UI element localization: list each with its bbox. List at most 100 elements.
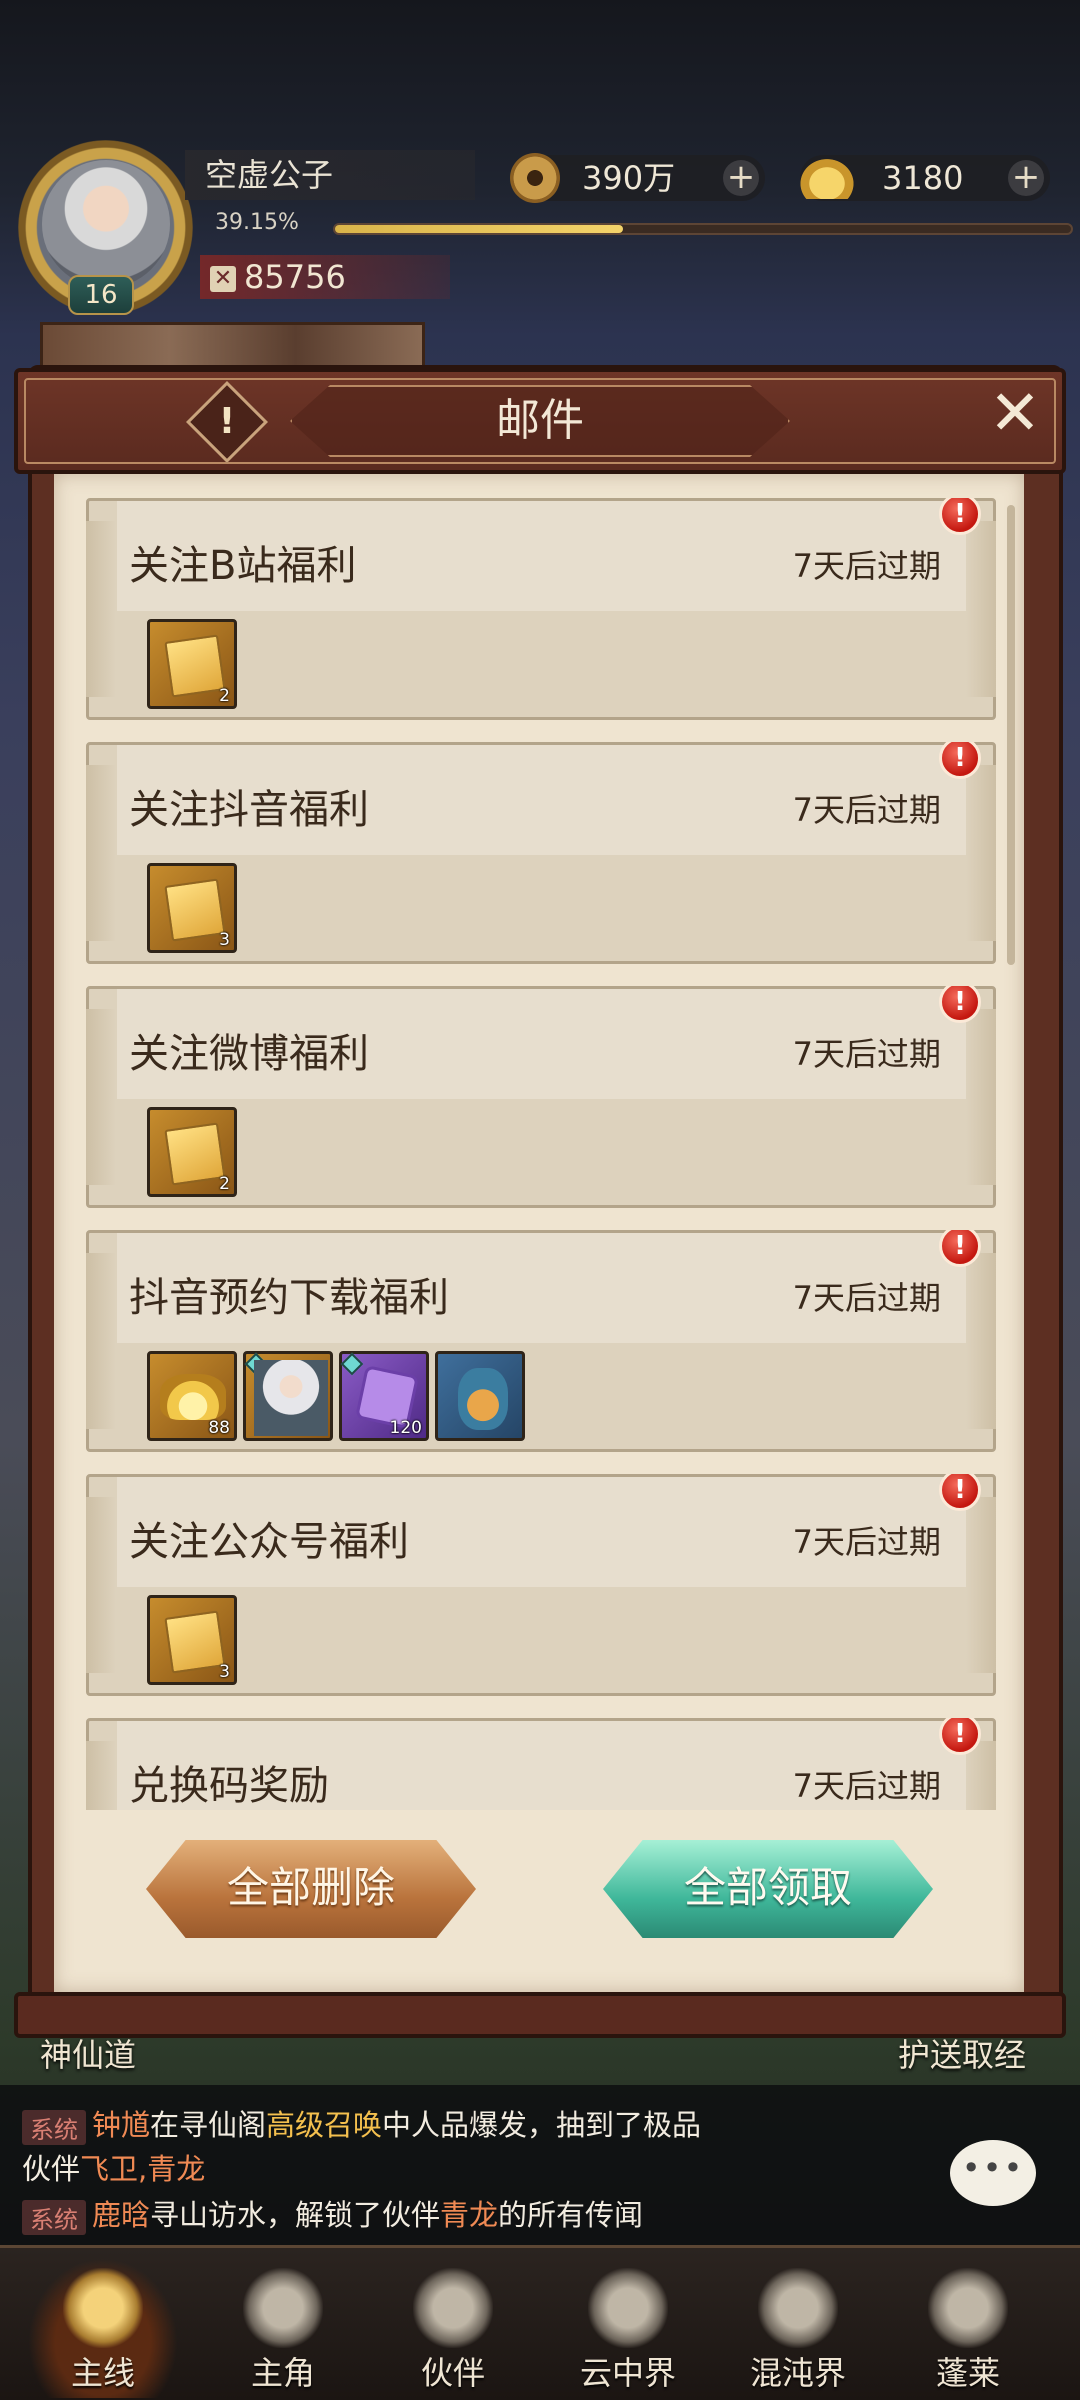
mail-list[interactable]: 关注B站福利 7天后过期! 2 关注抖音福利 7天后过期! 3 关注微博福利 7天后过期! 2 抖… xyxy=(86,498,996,1810)
exp-bar xyxy=(333,223,1073,235)
nav-label: 混沌界 xyxy=(749,2354,846,2392)
coins-value: 390万 xyxy=(582,159,676,197)
gold-ingot-icon xyxy=(160,1374,226,1420)
chat-message: 系统 钟馗在寻仙阁高级召唤中人品爆发，抽到了极品 xyxy=(22,2102,701,2145)
scrollbar[interactable] xyxy=(1007,505,1015,965)
delete-all-button[interactable]: 全部删除 xyxy=(146,1840,476,1938)
hero-head-icon xyxy=(243,2268,323,2348)
nav-label: 主角 xyxy=(250,2354,315,2392)
mail-item[interactable]: 关注公众号福利 7天后过期! 3 xyxy=(86,1474,996,1696)
chat-message: 系统 鹿晗寻山访水，解锁了伙伴青龙的所有传闻 xyxy=(22,2192,643,2235)
alert-icon: ! xyxy=(939,498,981,535)
reward-item[interactable]: 2 xyxy=(147,619,237,709)
exp-bar-fill xyxy=(335,225,624,233)
gold-counter: 3180 + xyxy=(796,155,1050,201)
alert-icon: ! xyxy=(939,1718,981,1755)
system-tag: 系统 xyxy=(22,2199,86,2235)
reward-count: 2 xyxy=(219,1174,230,1194)
nav-label: 主线 xyxy=(70,2354,135,2392)
alert-icon: ! xyxy=(939,1474,981,1511)
reward-item[interactable]: 3 xyxy=(147,1595,237,1685)
companion-icon xyxy=(413,2268,493,2348)
combat-power: ✕ 85756 xyxy=(200,255,450,299)
mail-expiry: 7天后过期 xyxy=(792,1767,941,1805)
reward-list: 2 xyxy=(147,1107,243,1197)
mail-expiry: 7天后过期 xyxy=(792,1523,941,1561)
background-label-right[interactable]: 护送取经 xyxy=(898,2030,1026,2076)
gold-ingot-icon xyxy=(796,155,858,199)
ticket-icon xyxy=(164,1122,226,1186)
reward-count: 88 xyxy=(208,1418,230,1438)
reward-list: 3 xyxy=(147,1595,243,1685)
reward-item[interactable]: 88 xyxy=(147,1351,237,1441)
mail-subject: 关注抖音福利 xyxy=(129,787,369,833)
chat-text: 的所有传闻 xyxy=(498,2198,644,2232)
reward-list: 2 xyxy=(147,619,243,709)
alert-icon: ! xyxy=(939,1230,981,1267)
info-icon[interactable]: ! xyxy=(198,393,256,451)
chat-message: 伙伴飞卫,青龙 xyxy=(22,2146,205,2188)
combat-power-value: 85756 xyxy=(244,258,346,296)
nav-item-0[interactable]: 主线 xyxy=(28,2258,178,2398)
background-label-left[interactable]: 神仙道 xyxy=(40,2030,136,2076)
mail-subject: 抖音预约下载福利 xyxy=(129,1275,449,1321)
chat-highlight: 飞卫,青龙 xyxy=(80,2152,206,2186)
crossed-swords-icon xyxy=(63,2268,143,2348)
mail-expiry: 7天后过期 xyxy=(792,1035,941,1073)
reward-item[interactable]: 3 xyxy=(147,863,237,953)
hero-portrait-icon xyxy=(254,1360,328,1436)
reward-count: 3 xyxy=(219,1662,230,1682)
reward-item[interactable] xyxy=(243,1351,333,1441)
ticket-icon xyxy=(164,634,226,698)
nav-item-1[interactable]: 主角 xyxy=(208,2258,358,2398)
coins-counter: 390万 + xyxy=(510,153,765,203)
system-tag: 系统 xyxy=(22,2109,86,2145)
mail-item[interactable]: 关注B站福利 7天后过期! 2 xyxy=(86,498,996,720)
add-gold-button[interactable]: + xyxy=(1008,160,1044,196)
mail-expiry: 7天后过期 xyxy=(792,1279,941,1317)
immortal-icon xyxy=(928,2268,1008,2348)
reward-item[interactable]: 120 xyxy=(339,1351,429,1441)
ticket-icon xyxy=(164,1610,226,1674)
nav-item-4[interactable]: 混沌界 xyxy=(723,2258,873,2398)
claim-all-button[interactable]: 全部领取 xyxy=(603,1840,933,1938)
close-icon[interactable]: ✕ xyxy=(985,382,1045,445)
add-coins-button[interactable]: + xyxy=(723,160,759,196)
reward-count: 3 xyxy=(219,930,230,950)
copper-coin-icon xyxy=(510,153,560,203)
mail-item[interactable]: 兑换码奖励 7天后过期! xyxy=(86,1718,996,1810)
chat-bubble-icon[interactable]: ••• xyxy=(950,2140,1036,2206)
pagoda-icon xyxy=(588,2268,668,2348)
mail-subject: 关注微博福利 xyxy=(129,1031,369,1077)
owl-pet-icon xyxy=(458,1368,508,1430)
nav-item-2[interactable]: 伙伴 xyxy=(378,2258,528,2398)
mail-subject: 关注B站福利 xyxy=(129,543,357,589)
top-status-bar: 16 空虚公子 39.15% ✕ 85756 390万 + 3180 + xyxy=(0,0,1080,372)
nav-label: 蓬莱 xyxy=(935,2354,1000,2392)
mail-item[interactable]: 关注微博福利 7天后过期! 2 xyxy=(86,986,996,1208)
chat-text: 在寻仙阁 xyxy=(150,2108,267,2142)
mail-expiry: 7天后过期 xyxy=(792,547,941,585)
nav-item-3[interactable]: 云中界 xyxy=(553,2258,703,2398)
chat-highlight: 高级召唤 xyxy=(266,2108,383,2142)
mail-item[interactable]: 关注抖音福利 7天后过期! 3 xyxy=(86,742,996,964)
exp-percent: 39.15% xyxy=(215,210,299,235)
crossed-swords-icon: ✕ xyxy=(210,266,236,292)
level-badge: 16 xyxy=(68,275,134,315)
nav-item-5[interactable]: 蓬莱 xyxy=(893,2258,1043,2398)
nav-label: 伙伴 xyxy=(420,2354,485,2392)
mail-item[interactable]: 抖音预约下载福利 7天后过期! 88 120 xyxy=(86,1230,996,1452)
avatar[interactable] xyxy=(42,160,170,288)
gold-value: 3180 xyxy=(882,159,964,197)
player-name: 空虚公子 xyxy=(185,150,475,200)
reward-item[interactable]: 2 xyxy=(147,1107,237,1197)
reward-item[interactable] xyxy=(435,1351,525,1441)
reward-count: 2 xyxy=(219,686,230,706)
chat-highlight: 青龙 xyxy=(440,2198,499,2232)
reward-list: 88 120 xyxy=(147,1351,531,1441)
chat-text: 中人品爆发，抽到了极品 xyxy=(382,2108,702,2142)
reward-count: 120 xyxy=(389,1418,422,1438)
mail-subject: 关注公众号福利 xyxy=(129,1519,409,1565)
chat-player-name: 鹿晗 xyxy=(92,2198,151,2232)
mail-subject: 兑换码奖励 xyxy=(129,1763,329,1809)
